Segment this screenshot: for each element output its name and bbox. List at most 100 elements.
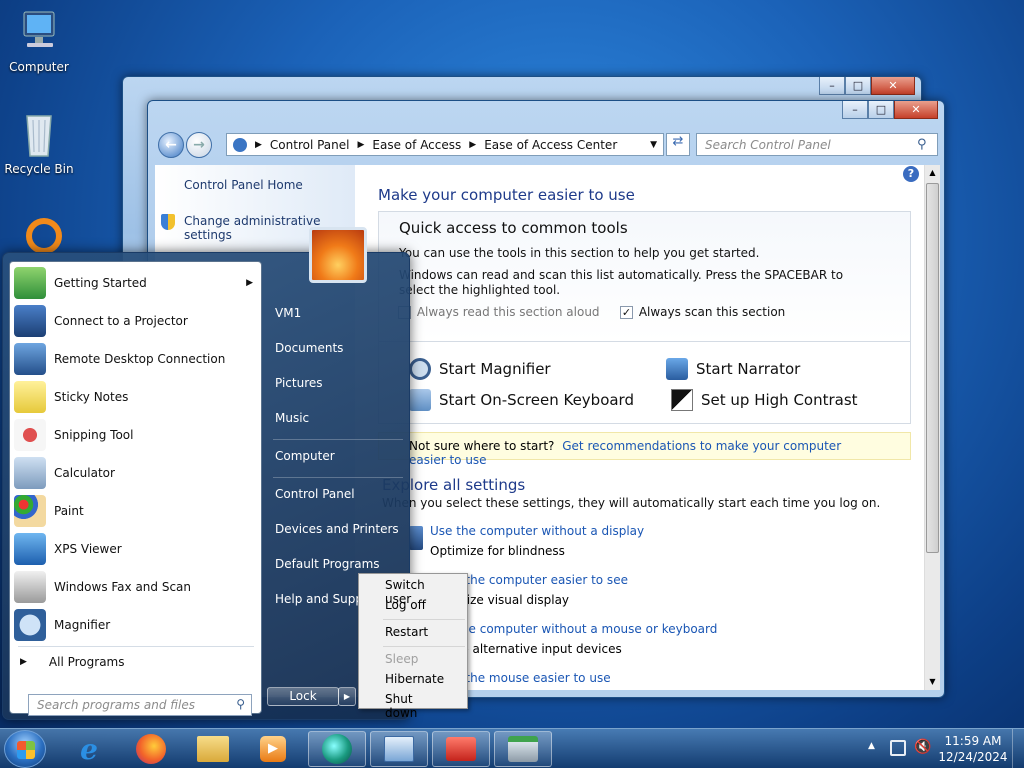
- program-label: Magnifier: [54, 618, 111, 632]
- search-icon[interactable]: ⚲: [917, 137, 927, 152]
- xps-viewer-icon: [14, 533, 46, 565]
- address-dropdown-icon[interactable]: ▼: [650, 140, 657, 150]
- tool-start-on-screen-keyboard[interactable]: Start On-Screen Keyboard: [409, 389, 634, 411]
- tool-label: Start Narrator: [696, 360, 801, 378]
- desktop-icon-recycle-bin[interactable]: Recycle Bin: [0, 112, 78, 176]
- taskbar-control-panel[interactable]: [370, 731, 428, 767]
- menu-switch-user[interactable]: Switch user: [359, 576, 467, 606]
- menu-log-off[interactable]: Log off: [359, 596, 467, 616]
- minimize-icon[interactable]: –: [819, 77, 845, 95]
- menu-shut-down[interactable]: Shut down: [359, 690, 467, 720]
- start-right-documents[interactable]: Documents: [275, 341, 343, 355]
- power-menu: Switch user Log off Restart Sleep Hibern…: [358, 573, 468, 720]
- scan-option[interactable]: ✓ Always scan this section: [620, 305, 785, 319]
- calculator-icon: [14, 457, 46, 489]
- start-right-pictures[interactable]: Pictures: [275, 376, 323, 390]
- taskbar-file-explorer[interactable]: [184, 731, 242, 767]
- taskbar-media-player[interactable]: ▶: [244, 731, 302, 767]
- help-icon[interactable]: ?: [903, 166, 919, 182]
- address-bar[interactable]: ▶ Control Panel ▶ Ease of Access ▶ Ease …: [226, 133, 664, 156]
- scroll-thumb[interactable]: [926, 183, 939, 553]
- start-right-computer[interactable]: Computer: [275, 449, 335, 463]
- program-sticky-notes[interactable]: Sticky Notes: [14, 378, 259, 416]
- vertical-scrollbar[interactable]: ▲ ▼: [924, 165, 940, 690]
- close-icon[interactable]: ✕: [894, 101, 938, 119]
- quick-access-line1: You can use the tools in this section to…: [399, 246, 760, 260]
- scroll-down-icon[interactable]: ▼: [925, 674, 940, 690]
- taskbar-internet-explorer[interactable]: e: [60, 731, 118, 767]
- close-icon[interactable]: ✕: [871, 77, 915, 95]
- breadcrumb-sep-icon: ▶: [357, 139, 365, 150]
- program-snipping-tool[interactable]: Snipping Tool: [14, 416, 259, 454]
- desktop-icon-computer[interactable]: Computer: [0, 10, 78, 74]
- program-label: Windows Fax and Scan: [54, 580, 192, 594]
- show-hidden-icons[interactable]: ▲: [868, 741, 875, 751]
- tool-high-contrast[interactable]: Set up High Contrast: [671, 389, 858, 411]
- taskbar-app-active[interactable]: [308, 731, 366, 767]
- forward-arrow-icon[interactable]: →: [186, 132, 212, 158]
- control-panel-home-link[interactable]: Control Panel Home: [184, 178, 303, 192]
- start-right-default-programs[interactable]: Default Programs: [275, 557, 380, 571]
- program-magnifier[interactable]: Magnifier: [14, 606, 259, 644]
- setting-link[interactable]: Use the computer without a mouse or keyb…: [430, 622, 717, 636]
- windows-logo-icon: [17, 741, 35, 759]
- start-search-input[interactable]: Search programs and files ⚲: [28, 694, 252, 716]
- start-button[interactable]: [4, 730, 46, 768]
- program-label: Connect to a Projector: [54, 314, 188, 328]
- program-calculator[interactable]: Calculator: [14, 454, 259, 492]
- scan-checkbox[interactable]: ✓: [620, 306, 633, 319]
- menu-hibernate[interactable]: Hibernate: [359, 670, 467, 690]
- getting-started-icon: [14, 267, 46, 299]
- tool-start-magnifier[interactable]: Start Magnifier: [409, 358, 551, 380]
- program-label: Remote Desktop Connection: [54, 352, 226, 366]
- breadcrumb-ease-of-access-center[interactable]: Ease of Access Center: [484, 138, 617, 152]
- power-options-arrow-icon[interactable]: ▶: [338, 687, 356, 706]
- show-desktop-button[interactable]: [1012, 729, 1024, 768]
- user-picture[interactable]: [309, 227, 367, 283]
- refresh-icon[interactable]: ⇄: [666, 133, 690, 156]
- start-right-music[interactable]: Music: [275, 411, 309, 425]
- explore-subtitle: When you select these settings, they wil…: [382, 496, 881, 510]
- tool-start-narrator[interactable]: Start Narrator: [666, 358, 800, 380]
- program-windows-fax-and-scan[interactable]: Windows Fax and Scan: [14, 568, 259, 606]
- setting-link[interactable]: Use the computer without a display: [430, 524, 644, 538]
- taskbar-network-app[interactable]: [494, 731, 552, 767]
- recycle-bin-icon: [15, 112, 63, 158]
- desktop-app-icon[interactable]: [26, 218, 62, 254]
- start-right-user[interactable]: VM1: [275, 306, 301, 320]
- minimize-icon[interactable]: –: [842, 101, 868, 119]
- tool-label: Start Magnifier: [439, 360, 551, 378]
- breadcrumb-control-panel[interactable]: Control Panel: [270, 138, 350, 152]
- back-arrow-icon[interactable]: ←: [158, 132, 184, 158]
- taskbar-toolbox[interactable]: [432, 731, 490, 767]
- start-right-devices-printers[interactable]: Devices and Printers: [275, 522, 399, 536]
- desktop-icon-label: Recycle Bin: [4, 162, 74, 176]
- program-remote-desktop[interactable]: Remote Desktop Connection: [14, 340, 259, 378]
- program-connect-to-projector[interactable]: Connect to a Projector: [14, 302, 259, 340]
- projector-icon: [14, 305, 46, 337]
- network-tray-icon[interactable]: [890, 740, 906, 756]
- maximize-icon[interactable]: □: [845, 77, 871, 95]
- volume-muted-icon[interactable]: 🔇: [914, 739, 931, 755]
- start-right-control-panel[interactable]: Control Panel: [275, 487, 355, 501]
- program-paint[interactable]: Paint: [14, 492, 259, 530]
- read-aloud-option[interactable]: Always read this section aloud: [398, 305, 600, 319]
- breadcrumb-sep-icon: ▶: [469, 139, 477, 150]
- program-xps-viewer[interactable]: XPS Viewer: [14, 530, 259, 568]
- program-label: XPS Viewer: [54, 542, 122, 556]
- search-input[interactable]: Search Control Panel: [696, 133, 938, 156]
- breadcrumb-ease-of-access[interactable]: Ease of Access: [372, 138, 461, 152]
- scroll-up-icon[interactable]: ▲: [925, 165, 940, 181]
- display-icon: [409, 526, 423, 550]
- lock-button[interactable]: Lock: [267, 687, 339, 706]
- taskbar-firefox[interactable]: [122, 731, 180, 767]
- program-label: Snipping Tool: [54, 428, 134, 442]
- remote-desktop-icon: [14, 343, 46, 375]
- clock[interactable]: 11:59 AM 12/24/2024: [936, 733, 1010, 765]
- all-programs[interactable]: ▶ All Programs: [20, 650, 265, 674]
- program-getting-started[interactable]: Getting Started ▶: [14, 264, 259, 302]
- menu-restart[interactable]: Restart: [359, 623, 467, 643]
- not-sure-text: Not sure where to start?: [409, 439, 555, 453]
- window-caption-buttons: – □ ✕: [842, 101, 938, 119]
- maximize-icon[interactable]: □: [868, 101, 894, 119]
